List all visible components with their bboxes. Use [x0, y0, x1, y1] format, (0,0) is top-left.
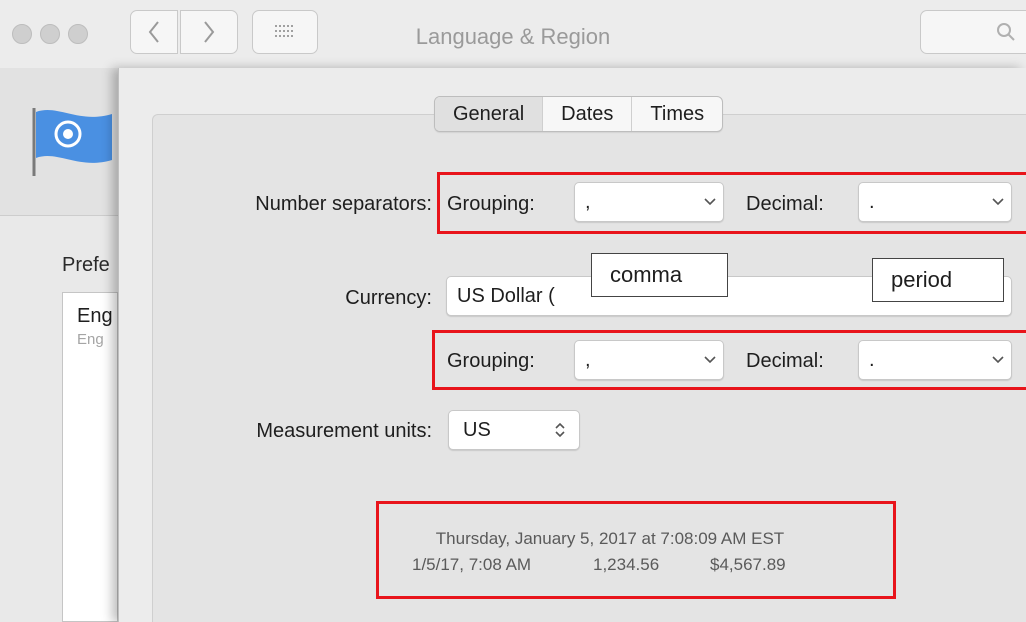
measurement-units-popup[interactable]: US [448, 410, 580, 450]
sample-output-highlight [376, 501, 896, 599]
zoom-window-button[interactable] [68, 24, 88, 44]
show-all-button[interactable] [252, 10, 318, 54]
search-field[interactable] [920, 10, 1026, 54]
sample-full-date: Thursday, January 5, 2017 at 7:08:09 AM … [0, 529, 1026, 549]
number-separators-highlight [437, 172, 1026, 234]
chevron-right-icon [204, 21, 215, 43]
language-item-subtitle: Eng [77, 331, 104, 348]
updown-chevron-icon [547, 411, 573, 449]
tab-bar: General Dates Times [434, 96, 724, 132]
language-item-name[interactable]: Eng [77, 305, 113, 328]
grid-icon [275, 25, 293, 37]
tab-general[interactable]: General [435, 97, 544, 131]
back-button[interactable] [130, 10, 178, 54]
close-window-button[interactable] [12, 24, 32, 44]
measurement-units-value: US [463, 419, 491, 441]
sample-short-date: 1/5/17, 7:08 AM [412, 555, 532, 574]
minimize-window-button[interactable] [40, 24, 60, 44]
preferred-languages-label: Prefe [62, 254, 110, 276]
forward-button[interactable] [180, 10, 238, 54]
currency-separators-highlight [432, 330, 1026, 390]
chevron-left-icon [148, 21, 159, 43]
preferred-languages-list[interactable]: Eng Eng [62, 292, 118, 622]
period-callout: period [872, 258, 1004, 302]
tab-times[interactable]: Times [632, 97, 722, 131]
tab-dates[interactable]: Dates [543, 97, 633, 131]
sample-full-date-text: Thursday, January 5, 2017 at 7:08:09 AM … [435, 529, 785, 548]
sample-currency: $4,567.89 [710, 555, 786, 574]
currency-value: US Dollar ( [457, 285, 555, 307]
currency-label: Currency: [345, 287, 432, 309]
number-separators-label: Number separators: [255, 193, 432, 215]
title-bar: Language & Region [0, 0, 1026, 68]
measurement-units-label: Measurement units: [256, 420, 432, 442]
un-flag-icon [32, 108, 112, 176]
comma-callout: comma [591, 253, 728, 297]
search-icon [997, 23, 1015, 41]
sample-number: 1,234.56 [593, 555, 660, 574]
